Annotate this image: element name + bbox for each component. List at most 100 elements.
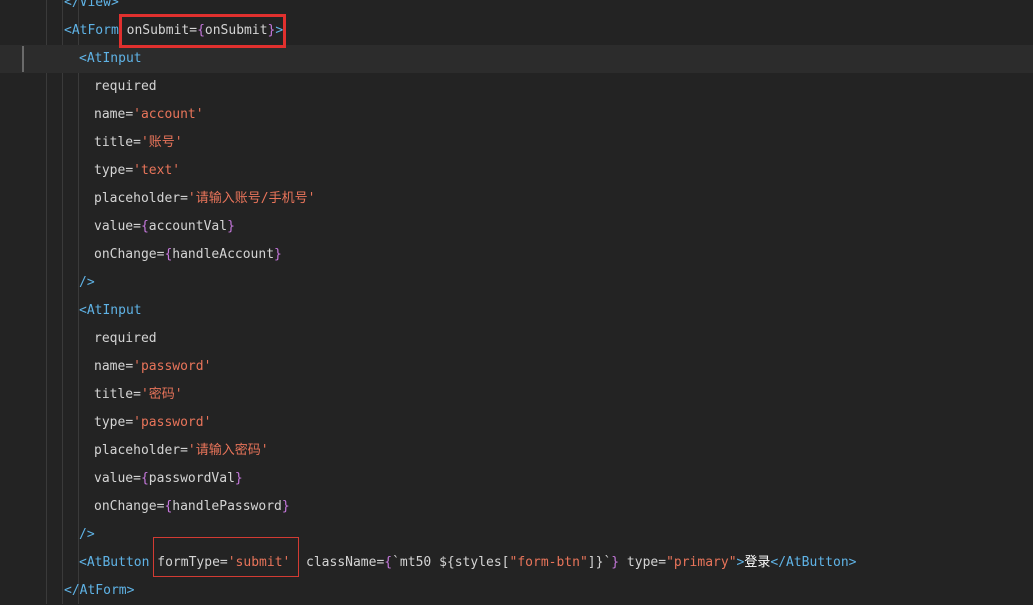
code-line-content: required — [94, 325, 157, 353]
code-token: </View> — [64, 0, 119, 10]
code-line[interactable]: placeholder='请输入账号/手机号' — [0, 185, 1033, 213]
code-editor[interactable]: </View> <AtForm onSubmit={onSubmit}> <AtIn… — [0, 0, 1033, 604]
code-line-content: <AtInput — [79, 297, 142, 325]
code-token: } — [281, 499, 290, 514]
code-token: = — [125, 163, 134, 178]
code-line[interactable]: name='account' — [0, 101, 1033, 129]
code-token: <AtButton — [79, 555, 150, 570]
code-token: 'password' — [133, 359, 212, 374]
code-line[interactable]: <AtInput — [0, 297, 1033, 325]
code-token: value — [94, 471, 134, 486]
code-token: type — [94, 163, 126, 178]
code-token: `mt50 ${styles[ — [392, 555, 510, 570]
code-token: '账号' — [140, 135, 183, 150]
code-token: type — [619, 555, 659, 570]
code-token: handlePassword — [172, 499, 282, 514]
code-token: = — [658, 555, 667, 570]
code-token: "primary" — [666, 555, 737, 570]
code-token: { — [384, 555, 393, 570]
code-line[interactable]: required — [0, 325, 1033, 353]
code-line[interactable]: title='密码' — [0, 381, 1033, 409]
code-line-content: type='text' — [94, 157, 180, 185]
code-token: <AtForm — [64, 23, 119, 38]
code-token: 'account' — [133, 107, 204, 122]
code-line[interactable]: onChange={handleAccount} — [0, 241, 1033, 269]
code-token: title — [94, 387, 134, 402]
highlight-box-formtype — [153, 537, 299, 577]
code-token: passwordVal — [148, 471, 235, 486]
code-token: name — [94, 359, 126, 374]
code-line-content: title='账号' — [94, 129, 183, 157]
code-token: = — [133, 219, 141, 234]
code-line[interactable]: <AtInput — [0, 45, 1033, 73]
code-line-content: value={accountVal} — [94, 213, 235, 241]
code-token: = — [133, 387, 141, 402]
code-line-content: title='密码' — [94, 381, 183, 409]
code-line[interactable]: value={passwordVal} — [0, 465, 1033, 493]
code-token: = — [133, 471, 141, 486]
code-line-content: name='account' — [94, 101, 204, 129]
code-token: onChange — [94, 247, 157, 262]
code-line[interactable]: name='password' — [0, 353, 1033, 381]
code-token: 'password' — [133, 415, 212, 430]
code-line-content: placeholder='请输入账号/手机号' — [94, 185, 315, 213]
code-line[interactable]: title='账号' — [0, 129, 1033, 157]
code-token: "form-btn" — [509, 555, 588, 570]
code-line-content: placeholder='请输入密码' — [94, 437, 269, 465]
code-token: ]}` — [587, 555, 612, 570]
code-line[interactable]: required — [0, 73, 1033, 101]
code-token: required — [94, 79, 157, 94]
code-token: '请输入密码' — [187, 443, 269, 458]
code-line-content: <AtInput — [79, 45, 142, 73]
code-token: } — [611, 555, 620, 570]
code-line-content: onChange={handlePassword} — [94, 493, 290, 521]
code-token: placeholder — [94, 443, 181, 458]
code-token: <AtInput — [79, 303, 142, 318]
code-token: = — [180, 191, 188, 206]
code-token: onChange — [94, 499, 157, 514]
code-token: title — [94, 135, 134, 150]
code-token: name — [94, 107, 126, 122]
code-line-content: </AtForm> — [64, 577, 134, 605]
code-token: 登录 — [744, 555, 771, 570]
code-token: '请输入账号/手机号' — [187, 191, 316, 206]
code-token: = — [133, 135, 141, 150]
code-token: value — [94, 219, 134, 234]
code-line-content: /> — [79, 269, 95, 297]
code-token: } — [274, 247, 282, 262]
code-token: 'text' — [133, 163, 181, 178]
code-token: } — [227, 219, 235, 234]
code-line[interactable]: onChange={handlePassword} — [0, 493, 1033, 521]
code-line-content: </View> — [64, 0, 119, 17]
code-token: '密码' — [140, 387, 183, 402]
code-token: = — [180, 443, 188, 458]
code-line[interactable]: value={accountVal} — [0, 213, 1033, 241]
code-token: <AtInput — [79, 51, 142, 66]
code-token: </AtForm> — [64, 583, 135, 598]
code-token: = — [125, 359, 134, 374]
code-token: = — [125, 107, 134, 122]
code-token: = — [125, 415, 134, 430]
code-token: </AtButton> — [770, 555, 857, 570]
code-line[interactable]: type='text' — [0, 157, 1033, 185]
code-line-content: required — [94, 73, 157, 101]
code-line-content: name='password' — [94, 353, 211, 381]
code-line-content: value={passwordVal} — [94, 465, 243, 493]
code-token: /> — [79, 275, 95, 290]
code-line[interactable]: </AtForm> — [0, 577, 1033, 605]
text-cursor — [22, 46, 24, 72]
code-line[interactable]: /> — [0, 269, 1033, 297]
code-token: /> — [79, 527, 95, 542]
code-line[interactable]: placeholder='请输入密码' — [0, 437, 1033, 465]
code-token: { — [140, 471, 149, 486]
highlight-box-onsubmit — [119, 14, 286, 48]
code-token: { — [140, 219, 149, 234]
code-line-content: type='password' — [94, 409, 211, 437]
code-token: } — [234, 471, 243, 486]
code-line-content: /> — [79, 521, 95, 549]
code-token: accountVal — [148, 219, 228, 234]
code-line[interactable]: type='password' — [0, 409, 1033, 437]
code-token: placeholder — [94, 191, 181, 206]
code-token: className — [290, 555, 377, 570]
code-token: handleAccount — [172, 247, 275, 262]
